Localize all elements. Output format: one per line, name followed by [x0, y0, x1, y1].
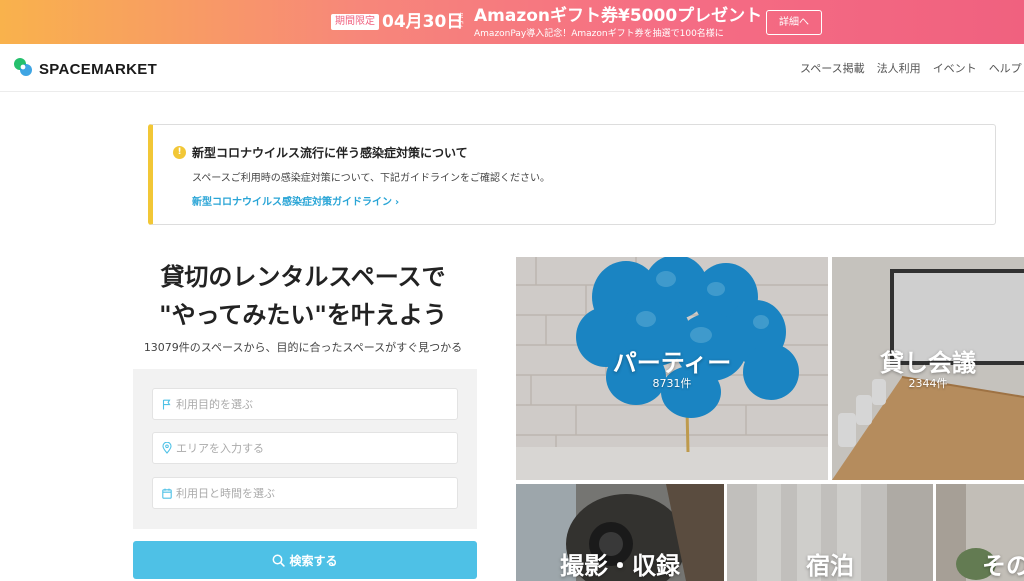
promo-title: Amazonギフト券¥5000プレゼント [474, 6, 763, 26]
promo-subtitle: AmazonPay導入記念！Amazonギフト券を抽選で100名様に [474, 29, 724, 39]
area-placeholder: エリアを入力する [176, 442, 264, 455]
datetime-select[interactable]: 利用日と時間を選ぶ [152, 477, 458, 509]
datetime-placeholder: 利用日と時間を選ぶ [176, 487, 275, 500]
purpose-select[interactable]: 利用目的を選ぶ [152, 388, 458, 420]
warning-icon: ! [173, 146, 186, 159]
category-tile-meeting-room[interactable]: 貸し会議 2344件 [832, 257, 1024, 480]
hero-subtitle: 13079件のスペースから、目的に合ったスペースがすぐ見つかる [143, 341, 463, 354]
category-label-photo-shoot: 撮影・収録 [560, 552, 680, 580]
nav-list-space[interactable]: スペース掲載 [800, 62, 865, 76]
location-pin-icon [162, 442, 172, 454]
covid-notice: ! 新型コロナウイルス流行に伴う感染症対策について スペースご利用時の感染症対策… [148, 124, 996, 225]
search-icon [272, 554, 286, 567]
flag-icon [162, 398, 172, 410]
promo-limited-badge: 期間限定 [331, 14, 379, 30]
header-nav: スペース掲載 法人利用 イベント ヘルプ [800, 62, 1024, 76]
notice-body: スペースご利用時の感染症対策について、下記ガイドラインをご確認ください。 [192, 173, 550, 184]
category-count-party: 8731件 [652, 377, 692, 390]
chevron-right-icon: › [395, 197, 400, 208]
hero-title-line1: 貸切のレンタルスペースで [160, 263, 446, 291]
search-panel: 利用目的を選ぶ エリアを入力する 利用日と時間を選ぶ [133, 369, 477, 529]
category-count-meeting-room: 2344件 [908, 377, 948, 390]
category-tile-other[interactable]: その [936, 484, 1024, 581]
site-header: SPACEMARKET スペース掲載 法人利用 イベント ヘルプ [0, 44, 1024, 92]
area-input[interactable]: エリアを入力する [152, 432, 458, 464]
category-tile-party[interactable]: パーティー 8731件 [516, 257, 828, 480]
nav-events[interactable]: イベント [933, 62, 977, 76]
notice-title: 新型コロナウイルス流行に伴う感染症対策について [192, 146, 468, 160]
calendar-icon [162, 487, 172, 499]
category-label-party: パーティー [612, 349, 732, 377]
category-label-other: その [982, 552, 1024, 580]
notice-guideline-link[interactable]: 新型コロナウイルス感染症対策ガイドライン › [192, 193, 399, 208]
purpose-placeholder: 利用目的を選ぶ [176, 398, 253, 411]
promo-deadline-suffix: まで [457, 12, 464, 28]
promo-details-button[interactable]: 詳細へ [766, 10, 822, 35]
logo-icon [12, 56, 34, 82]
logo-text: SPACEMARKET [39, 60, 158, 78]
nav-help[interactable]: ヘルプ [989, 62, 1022, 76]
category-label-lodging: 宿泊 [806, 552, 854, 580]
logo[interactable]: SPACEMARKET [12, 57, 157, 81]
nav-corporate[interactable]: 法人利用 [877, 62, 921, 76]
hero-title: 貸切のレンタルスペースで "やってみたい"を叶えよう [133, 258, 473, 334]
category-label-meeting-room: 貸し会議 [880, 349, 976, 377]
search-button[interactable]: 検索する [133, 541, 477, 579]
search-button-label: 検索する [289, 553, 338, 568]
promo-banner: 期間限定 04月30日 まで Amazonギフト券¥5000プレゼント Amaz… [0, 0, 1024, 44]
notice-link-label: 新型コロナウイルス感染症対策ガイドライン [192, 197, 392, 208]
category-tile-lodging[interactable]: 宿泊 [727, 484, 933, 581]
category-tile-photo-shoot[interactable]: 撮影・収録 [516, 484, 724, 581]
promo-deadline-date: 04月30日 [382, 12, 464, 32]
hero-title-line2: "やってみたい"を叶えよう [159, 301, 447, 329]
